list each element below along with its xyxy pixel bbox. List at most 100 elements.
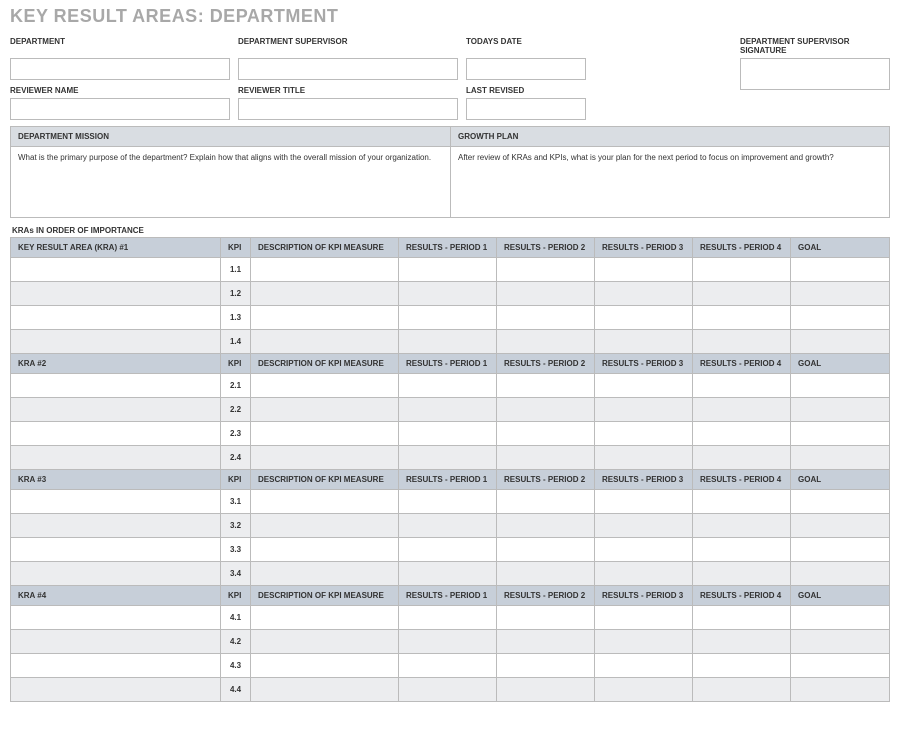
result-p1-cell[interactable]: [399, 330, 497, 354]
goal-cell[interactable]: [791, 654, 890, 678]
result-p1-cell[interactable]: [399, 258, 497, 282]
result-p2-cell[interactable]: [497, 630, 595, 654]
result-p2-cell[interactable]: [497, 490, 595, 514]
result-p3-cell[interactable]: [595, 398, 693, 422]
kra-name-cell[interactable]: [11, 538, 221, 562]
kra-name-cell[interactable]: [11, 330, 221, 354]
result-p1-cell[interactable]: [399, 562, 497, 586]
kpi-desc-cell[interactable]: [251, 306, 399, 330]
goal-cell[interactable]: [791, 490, 890, 514]
kpi-desc-cell[interactable]: [251, 630, 399, 654]
kpi-desc-cell[interactable]: [251, 490, 399, 514]
result-p4-cell[interactable]: [693, 654, 791, 678]
goal-cell[interactable]: [791, 606, 890, 630]
goal-cell[interactable]: [791, 678, 890, 702]
result-p3-cell[interactable]: [595, 514, 693, 538]
kpi-desc-cell[interactable]: [251, 422, 399, 446]
growth-input[interactable]: [450, 165, 889, 217]
result-p2-cell[interactable]: [497, 398, 595, 422]
result-p3-cell[interactable]: [595, 306, 693, 330]
result-p4-cell[interactable]: [693, 630, 791, 654]
kra-name-cell[interactable]: [11, 258, 221, 282]
input-reviewer-title[interactable]: [238, 98, 458, 120]
result-p2-cell[interactable]: [497, 306, 595, 330]
kra-name-cell[interactable]: [11, 374, 221, 398]
result-p2-cell[interactable]: [497, 538, 595, 562]
result-p3-cell[interactable]: [595, 562, 693, 586]
result-p2-cell[interactable]: [497, 654, 595, 678]
result-p4-cell[interactable]: [693, 306, 791, 330]
goal-cell[interactable]: [791, 330, 890, 354]
result-p3-cell[interactable]: [595, 678, 693, 702]
result-p1-cell[interactable]: [399, 678, 497, 702]
kra-name-cell[interactable]: [11, 678, 221, 702]
input-last-revised[interactable]: [466, 98, 586, 120]
result-p3-cell[interactable]: [595, 538, 693, 562]
result-p4-cell[interactable]: [693, 330, 791, 354]
result-p4-cell[interactable]: [693, 282, 791, 306]
result-p4-cell[interactable]: [693, 258, 791, 282]
result-p3-cell[interactable]: [595, 282, 693, 306]
goal-cell[interactable]: [791, 374, 890, 398]
result-p3-cell[interactable]: [595, 374, 693, 398]
result-p4-cell[interactable]: [693, 514, 791, 538]
result-p1-cell[interactable]: [399, 654, 497, 678]
result-p1-cell[interactable]: [399, 606, 497, 630]
kra-name-cell[interactable]: [11, 654, 221, 678]
kra-name-cell[interactable]: [11, 446, 221, 470]
goal-cell[interactable]: [791, 630, 890, 654]
result-p1-cell[interactable]: [399, 374, 497, 398]
mission-input[interactable]: [11, 165, 450, 217]
result-p3-cell[interactable]: [595, 446, 693, 470]
input-reviewer-name[interactable]: [10, 98, 230, 120]
goal-cell[interactable]: [791, 422, 890, 446]
result-p4-cell[interactable]: [693, 490, 791, 514]
result-p3-cell[interactable]: [595, 490, 693, 514]
goal-cell[interactable]: [791, 538, 890, 562]
kra-name-cell[interactable]: [11, 306, 221, 330]
result-p2-cell[interactable]: [497, 514, 595, 538]
result-p3-cell[interactable]: [595, 630, 693, 654]
kra-name-cell[interactable]: [11, 606, 221, 630]
result-p1-cell[interactable]: [399, 306, 497, 330]
kra-name-cell[interactable]: [11, 398, 221, 422]
result-p3-cell[interactable]: [595, 330, 693, 354]
input-supervisor[interactable]: [238, 58, 458, 80]
goal-cell[interactable]: [791, 562, 890, 586]
result-p4-cell[interactable]: [693, 606, 791, 630]
kra-name-cell[interactable]: [11, 562, 221, 586]
result-p3-cell[interactable]: [595, 606, 693, 630]
kpi-desc-cell[interactable]: [251, 678, 399, 702]
result-p1-cell[interactable]: [399, 538, 497, 562]
result-p1-cell[interactable]: [399, 422, 497, 446]
kpi-desc-cell[interactable]: [251, 538, 399, 562]
kpi-desc-cell[interactable]: [251, 606, 399, 630]
result-p2-cell[interactable]: [497, 422, 595, 446]
result-p2-cell[interactable]: [497, 374, 595, 398]
goal-cell[interactable]: [791, 306, 890, 330]
result-p4-cell[interactable]: [693, 678, 791, 702]
result-p3-cell[interactable]: [595, 422, 693, 446]
result-p3-cell[interactable]: [595, 654, 693, 678]
result-p2-cell[interactable]: [497, 446, 595, 470]
result-p2-cell[interactable]: [497, 606, 595, 630]
input-department[interactable]: [10, 58, 230, 80]
kpi-desc-cell[interactable]: [251, 514, 399, 538]
result-p3-cell[interactable]: [595, 258, 693, 282]
kpi-desc-cell[interactable]: [251, 562, 399, 586]
input-signature[interactable]: [740, 58, 890, 90]
result-p4-cell[interactable]: [693, 446, 791, 470]
result-p4-cell[interactable]: [693, 398, 791, 422]
goal-cell[interactable]: [791, 258, 890, 282]
result-p2-cell[interactable]: [497, 330, 595, 354]
kpi-desc-cell[interactable]: [251, 282, 399, 306]
kpi-desc-cell[interactable]: [251, 258, 399, 282]
kpi-desc-cell[interactable]: [251, 374, 399, 398]
result-p1-cell[interactable]: [399, 514, 497, 538]
result-p1-cell[interactable]: [399, 446, 497, 470]
result-p2-cell[interactable]: [497, 258, 595, 282]
result-p4-cell[interactable]: [693, 538, 791, 562]
result-p4-cell[interactable]: [693, 422, 791, 446]
kra-name-cell[interactable]: [11, 282, 221, 306]
goal-cell[interactable]: [791, 282, 890, 306]
